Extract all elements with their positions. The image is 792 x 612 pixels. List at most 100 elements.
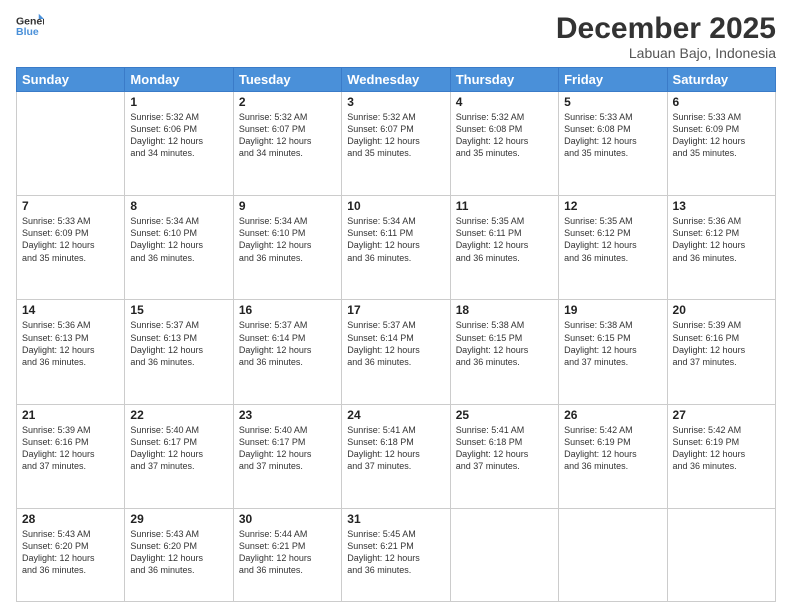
header-sunday: Sunday bbox=[17, 68, 125, 92]
calendar-cell: 14 Sunrise: 5:36 AMSunset: 6:13 PMDayligh… bbox=[17, 300, 125, 404]
header-friday: Friday bbox=[559, 68, 667, 92]
calendar-cell: 8 Sunrise: 5:34 AMSunset: 6:10 PMDaylight… bbox=[125, 196, 233, 300]
day-number: 26 bbox=[564, 408, 661, 422]
day-info: Sunrise: 5:40 AMSunset: 6:17 PMDaylight:… bbox=[130, 424, 227, 473]
calendar-cell: 17 Sunrise: 5:37 AMSunset: 6:14 PMDayligh… bbox=[342, 300, 450, 404]
day-info: Sunrise: 5:38 AMSunset: 6:15 PMDaylight:… bbox=[456, 319, 553, 368]
day-info: Sunrise: 5:36 AMSunset: 6:12 PMDaylight:… bbox=[673, 215, 770, 264]
day-info: Sunrise: 5:35 AMSunset: 6:12 PMDaylight:… bbox=[564, 215, 661, 264]
day-info: Sunrise: 5:37 AMSunset: 6:14 PMDaylight:… bbox=[347, 319, 444, 368]
day-info: Sunrise: 5:33 AMSunset: 6:09 PMDaylight:… bbox=[673, 111, 770, 160]
calendar-cell: 5 Sunrise: 5:33 AMSunset: 6:08 PMDaylight… bbox=[559, 92, 667, 196]
calendar-cell bbox=[559, 508, 667, 601]
day-number: 24 bbox=[347, 408, 444, 422]
calendar-cell: 31 Sunrise: 5:45 AMSunset: 6:21 PMDayligh… bbox=[342, 508, 450, 601]
calendar-cell: 20 Sunrise: 5:39 AMSunset: 6:16 PMDayligh… bbox=[667, 300, 775, 404]
day-info: Sunrise: 5:34 AMSunset: 6:10 PMDaylight:… bbox=[239, 215, 336, 264]
day-info: Sunrise: 5:35 AMSunset: 6:11 PMDaylight:… bbox=[456, 215, 553, 264]
day-number: 2 bbox=[239, 95, 336, 109]
day-info: Sunrise: 5:43 AMSunset: 6:20 PMDaylight:… bbox=[130, 528, 227, 577]
calendar-cell: 3 Sunrise: 5:32 AMSunset: 6:07 PMDaylight… bbox=[342, 92, 450, 196]
day-number: 23 bbox=[239, 408, 336, 422]
day-number: 17 bbox=[347, 303, 444, 317]
page-title: December 2025 bbox=[556, 12, 776, 45]
day-info: Sunrise: 5:41 AMSunset: 6:18 PMDaylight:… bbox=[347, 424, 444, 473]
calendar-cell: 7Sunrise: 5:33 AMSunset: 6:09 PMDaylight… bbox=[17, 196, 125, 300]
day-number: 1 bbox=[130, 95, 227, 109]
day-number: 20 bbox=[673, 303, 770, 317]
day-info: Sunrise: 5:32 AMSunset: 6:06 PMDaylight:… bbox=[130, 111, 227, 160]
day-number: 14 bbox=[22, 303, 119, 317]
day-info: Sunrise: 5:34 AMSunset: 6:10 PMDaylight:… bbox=[130, 215, 227, 264]
page: General Blue December 2025 Labuan Bajo, … bbox=[0, 0, 792, 612]
calendar-cell: 15Sunrise: 5:37 AMSunset: 6:13 PMDayligh… bbox=[125, 300, 233, 404]
header-wednesday: Wednesday bbox=[342, 68, 450, 92]
calendar-cell: 22 Sunrise: 5:40 AMSunset: 6:17 PMDayligh… bbox=[125, 404, 233, 508]
day-number: 31 bbox=[347, 512, 444, 526]
calendar-week-row: 28 Sunrise: 5:43 AMSunset: 6:20 PMDayligh… bbox=[17, 508, 776, 601]
calendar-cell: 18 Sunrise: 5:38 AMSunset: 6:15 PMDayligh… bbox=[450, 300, 558, 404]
day-info: Sunrise: 5:33 AMSunset: 6:08 PMDaylight:… bbox=[564, 111, 661, 160]
day-number: 18 bbox=[456, 303, 553, 317]
page-subtitle: Labuan Bajo, Indonesia bbox=[556, 45, 776, 61]
day-number: 27 bbox=[673, 408, 770, 422]
calendar-cell: 12 Sunrise: 5:35 AMSunset: 6:12 PMDayligh… bbox=[559, 196, 667, 300]
logo: General Blue bbox=[16, 12, 44, 40]
day-number: 13 bbox=[673, 199, 770, 213]
day-info: Sunrise: 5:32 AMSunset: 6:08 PMDaylight:… bbox=[456, 111, 553, 160]
day-info: Sunrise: 5:42 AMSunset: 6:19 PMDaylight:… bbox=[673, 424, 770, 473]
day-number: 21 bbox=[22, 408, 119, 422]
day-number: 28 bbox=[22, 512, 119, 526]
day-number: 25 bbox=[456, 408, 553, 422]
day-number: 22 bbox=[130, 408, 227, 422]
calendar-cell bbox=[667, 508, 775, 601]
calendar-cell: 29Sunrise: 5:43 AMSunset: 6:20 PMDayligh… bbox=[125, 508, 233, 601]
calendar-cell: 11 Sunrise: 5:35 AMSunset: 6:11 PMDayligh… bbox=[450, 196, 558, 300]
logo-icon: General Blue bbox=[16, 12, 44, 40]
calendar-week-row: 21 Sunrise: 5:39 AMSunset: 6:16 PMDayligh… bbox=[17, 404, 776, 508]
day-info: Sunrise: 5:45 AMSunset: 6:21 PMDaylight:… bbox=[347, 528, 444, 577]
day-number: 5 bbox=[564, 95, 661, 109]
calendar-header-row: SundayMondayTuesdayWednesdayThursdayFrid… bbox=[17, 68, 776, 92]
title-area: December 2025 Labuan Bajo, Indonesia bbox=[556, 12, 776, 61]
calendar-week-row: 1 Sunrise: 5:32 AMSunset: 6:06 PMDaylight… bbox=[17, 92, 776, 196]
calendar-cell: 27 Sunrise: 5:42 AMSunset: 6:19 PMDayligh… bbox=[667, 404, 775, 508]
day-info: Sunrise: 5:40 AMSunset: 6:17 PMDaylight:… bbox=[239, 424, 336, 473]
calendar-cell: 16 Sunrise: 5:37 AMSunset: 6:14 PMDayligh… bbox=[233, 300, 341, 404]
calendar-cell: 19 Sunrise: 5:38 AMSunset: 6:15 PMDayligh… bbox=[559, 300, 667, 404]
calendar-table: SundayMondayTuesdayWednesdayThursdayFrid… bbox=[16, 67, 776, 602]
calendar-cell: 28 Sunrise: 5:43 AMSunset: 6:20 PMDayligh… bbox=[17, 508, 125, 601]
day-number: 19 bbox=[564, 303, 661, 317]
day-info: Sunrise: 5:43 AMSunset: 6:20 PMDaylight:… bbox=[22, 528, 119, 577]
day-info: Sunrise: 5:37 AMSunset: 6:14 PMDaylight:… bbox=[239, 319, 336, 368]
day-number: 12 bbox=[564, 199, 661, 213]
day-info: Sunrise: 5:32 AMSunset: 6:07 PMDaylight:… bbox=[239, 111, 336, 160]
header-monday: Monday bbox=[125, 68, 233, 92]
calendar-cell: 4 Sunrise: 5:32 AMSunset: 6:08 PMDaylight… bbox=[450, 92, 558, 196]
day-number: 30 bbox=[239, 512, 336, 526]
day-number: 11 bbox=[456, 199, 553, 213]
calendar-cell: 26Sunrise: 5:42 AMSunset: 6:19 PMDayligh… bbox=[559, 404, 667, 508]
day-number: 3 bbox=[347, 95, 444, 109]
day-number: 9 bbox=[239, 199, 336, 213]
day-number: 8 bbox=[130, 199, 227, 213]
day-info: Sunrise: 5:36 AMSunset: 6:13 PMDaylight:… bbox=[22, 319, 119, 368]
calendar-cell: 10Sunrise: 5:34 AMSunset: 6:11 PMDayligh… bbox=[342, 196, 450, 300]
calendar-cell: 6 Sunrise: 5:33 AMSunset: 6:09 PMDaylight… bbox=[667, 92, 775, 196]
calendar-cell: 30Sunrise: 5:44 AMSunset: 6:21 PMDayligh… bbox=[233, 508, 341, 601]
calendar-cell: 21 Sunrise: 5:39 AMSunset: 6:16 PMDayligh… bbox=[17, 404, 125, 508]
calendar-cell: 1 Sunrise: 5:32 AMSunset: 6:06 PMDaylight… bbox=[125, 92, 233, 196]
day-info: Sunrise: 5:32 AMSunset: 6:07 PMDaylight:… bbox=[347, 111, 444, 160]
day-number: 7 bbox=[22, 199, 119, 213]
day-info: Sunrise: 5:38 AMSunset: 6:15 PMDaylight:… bbox=[564, 319, 661, 368]
day-number: 4 bbox=[456, 95, 553, 109]
day-info: Sunrise: 5:34 AMSunset: 6:11 PMDaylight:… bbox=[347, 215, 444, 264]
day-info: Sunrise: 5:39 AMSunset: 6:16 PMDaylight:… bbox=[673, 319, 770, 368]
day-number: 6 bbox=[673, 95, 770, 109]
day-info: Sunrise: 5:39 AMSunset: 6:16 PMDaylight:… bbox=[22, 424, 119, 473]
day-info: Sunrise: 5:41 AMSunset: 6:18 PMDaylight:… bbox=[456, 424, 553, 473]
calendar-cell: 25 Sunrise: 5:41 AMSunset: 6:18 PMDayligh… bbox=[450, 404, 558, 508]
header-thursday: Thursday bbox=[450, 68, 558, 92]
calendar-cell: 9 Sunrise: 5:34 AMSunset: 6:10 PMDaylight… bbox=[233, 196, 341, 300]
day-number: 16 bbox=[239, 303, 336, 317]
